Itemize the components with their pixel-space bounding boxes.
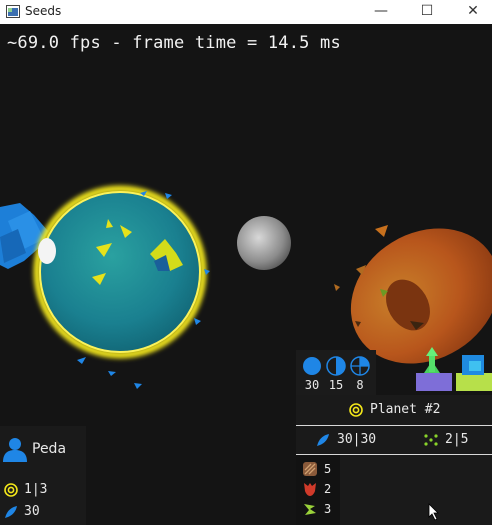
unit-row: 2: [302, 481, 342, 499]
red-unit-icon: [304, 483, 316, 496]
seed-icon: [317, 434, 329, 446]
minimize-button[interactable]: —: [358, 0, 404, 24]
planet-growth: 2|5: [445, 432, 469, 447]
unit-row: 5: [302, 461, 342, 479]
player-planets: 1|3: [24, 482, 48, 497]
unit-list: 5 2 3: [296, 455, 340, 525]
window-title: Seeds: [25, 4, 62, 18]
game-window: Seeds — ☐ ✕ ~69.0 fps - frame time = 14.…: [0, 0, 492, 525]
crosshair-circle-icon: [350, 356, 370, 376]
unit-count: 2: [324, 482, 332, 496]
planet-header: Planet #2: [296, 395, 492, 426]
unit-row: 3: [302, 501, 342, 519]
full-circle-icon: [303, 357, 321, 375]
maximize-button[interactable]: ☐: [404, 0, 450, 24]
planet-target-icon: [349, 403, 363, 417]
green-unit-icon: [304, 504, 316, 515]
player-name: Peda: [32, 441, 67, 457]
player-panel: Peda 1|3 30: [0, 426, 86, 525]
planet-info-panel: Planet #2 30|30 2|5 5 2 3: [296, 395, 492, 525]
planet-hole: [38, 238, 56, 264]
planet-name: Planet #2: [370, 402, 441, 417]
brown-unit-icon: [303, 462, 317, 476]
moon[interactable]: [237, 216, 291, 270]
unit-count: 5: [324, 462, 332, 476]
resource-value: 15: [328, 378, 344, 392]
game-viewport[interactable]: ~69.0 fps - frame time = 14.5 ms 30 15 8: [0, 25, 492, 525]
app-icon: [6, 5, 20, 18]
unit-count: 3: [324, 502, 332, 516]
window-titlebar: Seeds — ☐ ✕: [0, 0, 492, 24]
half-circle-icon: [326, 356, 346, 376]
growth-icon: [424, 434, 438, 446]
resource-value: 8: [356, 378, 364, 392]
resources-panel: 30 15 8: [296, 350, 376, 395]
close-button[interactable]: ✕: [450, 0, 492, 24]
planets-owned-icon: [4, 483, 18, 497]
player-seeds: 30: [24, 504, 40, 519]
resource-value: 30: [304, 378, 320, 392]
planet-stats-row: 30|30 2|5: [296, 426, 492, 455]
player-avatar-icon: [3, 438, 27, 462]
fps-counter: ~69.0 fps - frame time = 14.5 ms: [7, 33, 341, 53]
seed-icon: [5, 506, 17, 518]
mouse-cursor: [428, 503, 439, 521]
planet-seeds: 30|30: [337, 432, 377, 447]
